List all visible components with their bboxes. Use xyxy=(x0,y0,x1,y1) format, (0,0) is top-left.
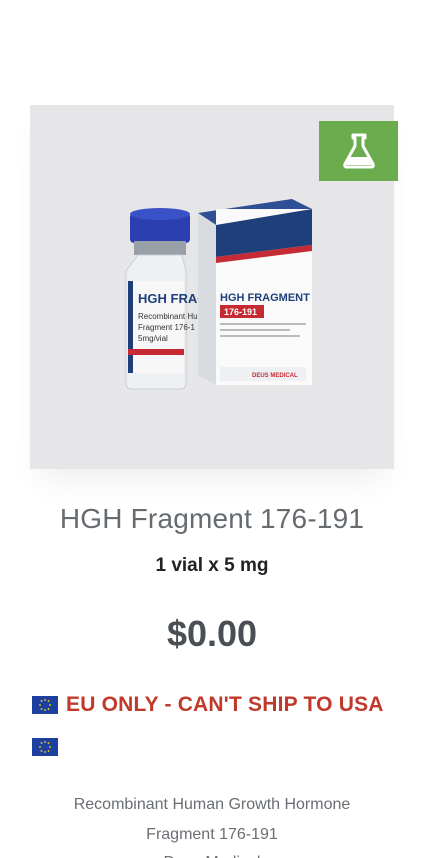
box-label-code: 176-191 xyxy=(224,307,257,317)
vial: HGH FRAG Recombinant Hu Fragment 176-1 5… xyxy=(125,208,207,390)
box-label-brand: DEUS MEDICAL xyxy=(252,373,298,379)
description-line-1: Recombinant Human Growth Hormone xyxy=(73,796,351,813)
product-variant: 1 vial x 5 mg xyxy=(155,555,269,576)
product-title[interactable]: HGH Fragment 176-191 xyxy=(0,503,424,535)
vial-label-line3: 5mg/vial xyxy=(138,334,168,343)
vial-label-line1: Recombinant Hu xyxy=(138,312,198,321)
eu-flag-icon xyxy=(32,696,58,714)
description-line-2: Fragment 176-191 xyxy=(146,826,278,843)
box: HGH FRAGMENT 176-191 DEUS MEDICAL xyxy=(198,199,312,385)
flask-icon xyxy=(342,133,375,169)
box-label-name: HGH FRAGMENT xyxy=(220,292,310,304)
vial-label-name: HGH FRAG xyxy=(138,291,207,306)
lab-tested-badge[interactable] xyxy=(319,121,398,181)
vial-label-line2: Fragment 176-1 xyxy=(138,323,195,332)
eu-flag-icon xyxy=(32,738,58,756)
product-price: $0.00 xyxy=(166,613,258,654)
product-description: Recombinant Human Growth Hormone Fragmen… xyxy=(0,790,424,858)
shipping-notice: EU ONLY - CAN'T SHIP TO USA xyxy=(32,693,412,717)
product-image[interactable]: HGH FRAG Recombinant Hu Fragment 176-1 5… xyxy=(30,105,398,469)
shipping-notice-text: EU ONLY - CAN'T SHIP TO USA xyxy=(66,693,384,716)
